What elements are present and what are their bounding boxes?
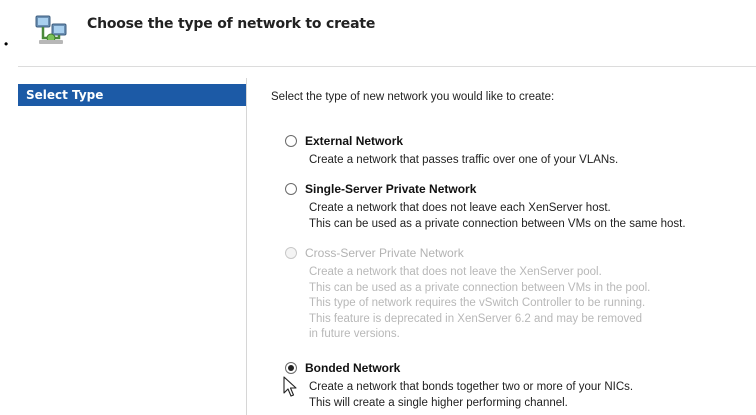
option-cross-server-private-network: Cross-Server Private Network Create a ne… [285, 245, 756, 343]
option-description-line: Create a network that does not leave eac… [309, 202, 611, 214]
option-external-network[interactable]: External Network Create a network that p… [285, 133, 756, 169]
option-description: Create a network that passes traffic ove… [309, 153, 756, 169]
option-description-line: in future versions. [309, 328, 400, 340]
sidebar-item-select-type[interactable]: Select Type [18, 84, 246, 106]
option-title: Bonded Network [305, 361, 401, 375]
external-network-radio[interactable] [285, 135, 297, 147]
network-wizard-icon [35, 15, 67, 44]
option-description-line: This type of network requires the vSwitc… [309, 297, 646, 309]
option-description-line: This feature is deprecated in XenServer … [309, 312, 643, 325]
wizard-steps-sidebar: Select Type [18, 78, 247, 415]
option-description: Create a network that bonds together two… [309, 380, 756, 411]
wizard-header: Choose the type of network to create [18, 0, 756, 67]
wizard-title: Choose the type of network to create [87, 16, 376, 32]
list-bullet: • [4, 37, 9, 51]
option-description-line: This will create a single higher perform… [309, 396, 568, 409]
option-title: Cross-Server Private Network [305, 246, 464, 260]
mouse-pointer-icon [283, 376, 297, 397]
option-description: Create a network that does not leave the… [309, 265, 756, 343]
page-prompt: Select the type of new network you would… [271, 91, 555, 103]
option-description-line: This can be used as a private connection… [309, 281, 651, 294]
option-title: Single-Server Private Network [305, 182, 477, 196]
option-description-line: Create a network that passes traffic ove… [309, 154, 619, 166]
option-description-line: This can be used as a private connection… [309, 217, 686, 230]
option-description-line: Create a network that bonds together two… [309, 381, 634, 393]
single-server-private-network-radio[interactable] [285, 183, 297, 195]
bonded-network-radio[interactable] [285, 362, 297, 374]
wizard-content: Select the type of new network you would… [247, 78, 756, 415]
option-bonded-network[interactable]: Bonded Network Create a network that bon… [285, 360, 756, 411]
cross-server-private-network-radio [285, 247, 297, 259]
option-description-line: Create a network that does not leave the… [309, 266, 602, 278]
new-network-wizard: Choose the type of network to create Sel… [18, 0, 756, 415]
option-single-server-private-network[interactable]: Single-Server Private Network Create a n… [285, 181, 756, 232]
option-title: External Network [305, 134, 404, 148]
option-description: Create a network that does not leave eac… [309, 201, 756, 232]
